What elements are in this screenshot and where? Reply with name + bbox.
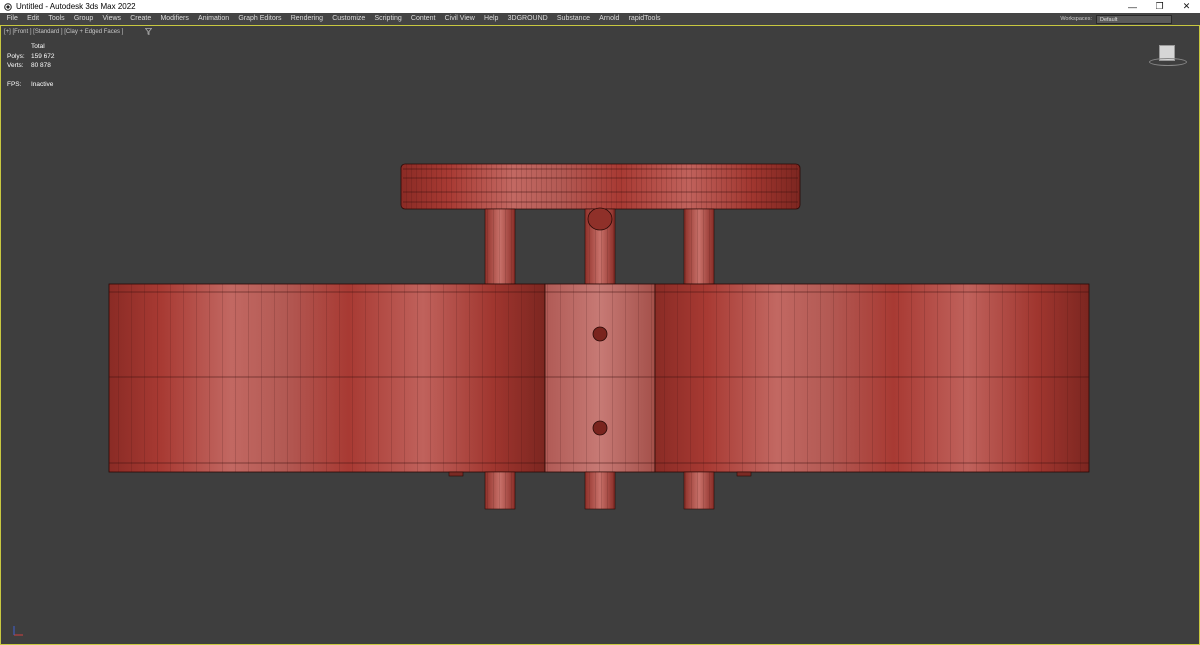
upper-pegs[interactable] [484, 207, 715, 285]
top-disc[interactable] [400, 163, 801, 210]
menu-civil-view[interactable]: Civil View [440, 13, 479, 25]
model-scene[interactable] [1, 26, 1199, 644]
menu-substance[interactable]: Substance [552, 13, 594, 25]
menu-tools[interactable]: Tools [44, 13, 70, 25]
menu-group[interactable]: Group [69, 13, 98, 25]
menu-views[interactable]: Views [98, 13, 126, 25]
menu-create[interactable]: Create [126, 13, 156, 25]
app-icon [4, 2, 12, 11]
main-body-center[interactable] [544, 283, 656, 473]
workspaces: Workspaces: Default [1060, 13, 1172, 25]
menu-modifiers[interactable]: Modifiers [156, 13, 194, 25]
window-title: Untitled - Autodesk 3ds Max 2022 [16, 2, 136, 11]
close-button[interactable]: ✕ [1173, 0, 1200, 13]
front-viewport[interactable]: [+] [Front ] [Standard ] [Clay + Edged F… [0, 25, 1200, 645]
workspaces-label: Workspaces: [1060, 16, 1092, 22]
menu-graph-editors[interactable]: Graph Editors [234, 13, 286, 25]
menu-scripting[interactable]: Scripting [370, 13, 406, 25]
menu-rendering[interactable]: Rendering [286, 13, 328, 25]
restore-button[interactable]: ❐ [1146, 0, 1173, 13]
menu-customize[interactable]: Customize [328, 13, 370, 25]
workspaces-dropdown[interactable]: Default [1096, 14, 1172, 24]
menu-items: File Edit Tools Group Views Create Modifiers An… [0, 13, 665, 25]
minimize-button[interactable]: — [1119, 0, 1146, 13]
menu-help[interactable]: Help [479, 13, 503, 25]
menu-bar: File Edit Tools Group Views Create Modifiers An… [0, 13, 1200, 25]
main-body-left[interactable] [108, 283, 546, 473]
menu-edit[interactable]: Edit [22, 13, 43, 25]
menu-file[interactable]: File [2, 13, 22, 25]
menu-arnold[interactable]: Arnold [595, 13, 624, 25]
axis-tripod-icon [13, 626, 23, 636]
menu-rapidtools[interactable]: rapidTools [624, 13, 665, 25]
menu-3dground[interactable]: 3DGROUND [503, 13, 552, 25]
main-body-right[interactable] [654, 283, 1090, 473]
lower-pegs[interactable] [484, 471, 715, 510]
title-bar: Untitled - Autodesk 3ds Max 2022 — ❐ ✕ [0, 0, 1200, 13]
menu-animation[interactable]: Animation [193, 13, 233, 25]
menu-content[interactable]: Content [406, 13, 440, 25]
